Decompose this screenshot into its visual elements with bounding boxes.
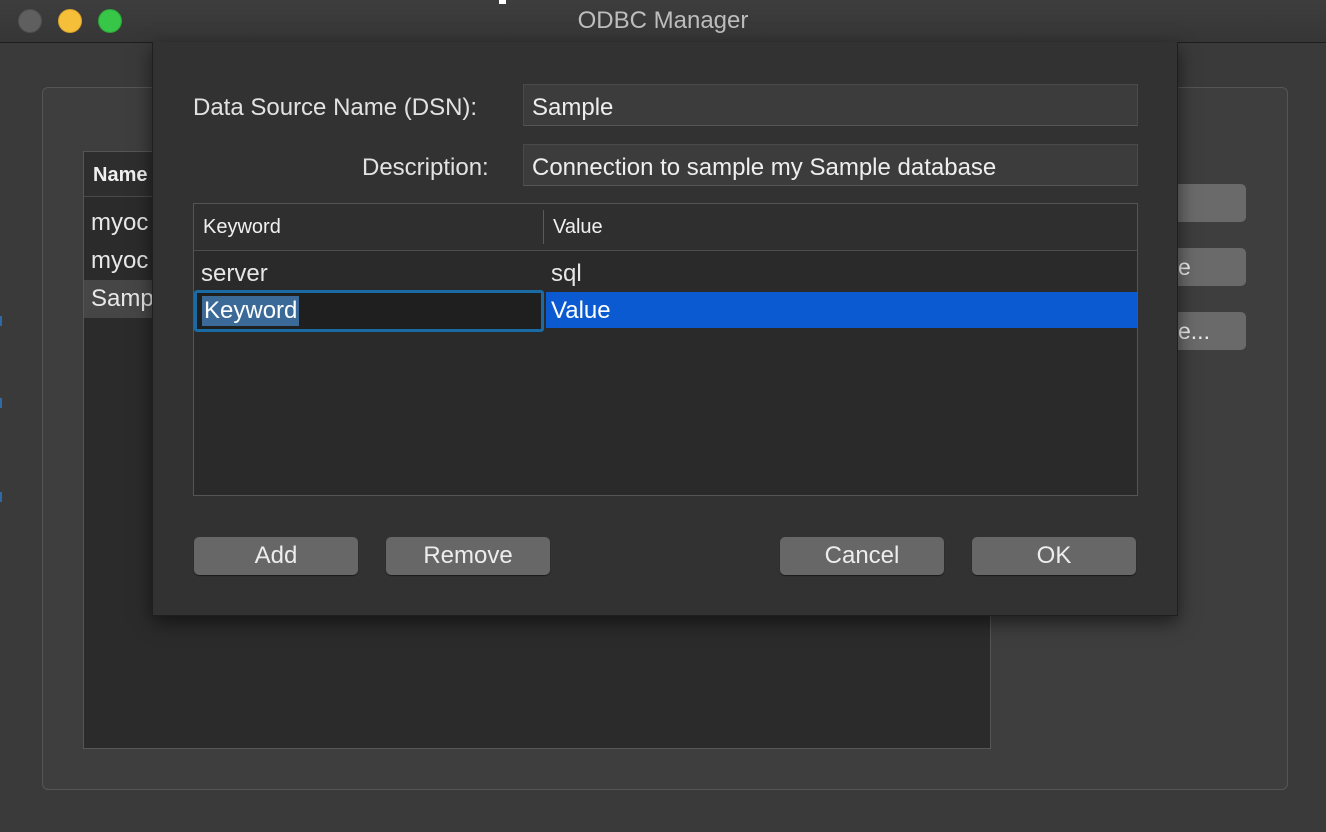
dsn-list-row-label: Samp [91, 285, 154, 312]
description-input[interactable]: Connection to sample my Sample database [523, 144, 1138, 186]
edge-artifact [0, 492, 2, 502]
keyword-cell[interactable]: server [201, 260, 268, 288]
add-button[interactable]: Add [194, 537, 358, 575]
ok-button[interactable]: OK [972, 537, 1136, 575]
window-title: ODBC Manager [577, 7, 749, 34]
side-button-3-label: e... [1178, 318, 1210, 344]
edge-artifact [0, 398, 2, 408]
dsn-list-row-label: myoc [91, 247, 149, 274]
description-label: Description: [362, 154, 489, 181]
cancel-button[interactable]: Cancel [780, 537, 944, 575]
side-button-2-label: e [1178, 254, 1191, 280]
dsn-list-row-label: myoc [91, 209, 149, 236]
title-bar: ODBC Manager [0, 0, 1326, 43]
table-row[interactable]: server sql [194, 254, 1137, 292]
remove-button[interactable]: Remove [386, 537, 550, 575]
column-header-value[interactable]: Value [553, 216, 603, 239]
dsn-label: Data Source Name (DSN): [193, 94, 478, 121]
table-header: Keyword Value [194, 204, 1137, 251]
dsn-config-sheet: Data Source Name (DSN): Sample Descripti… [152, 42, 1178, 616]
table-row-selected[interactable]: Keyword Value [194, 290, 1137, 332]
cursor-artifact [499, 0, 506, 4]
keyword-edit-field[interactable]: Keyword [194, 290, 544, 332]
keyword-edit-text[interactable]: Keyword [202, 296, 300, 326]
side-button-3[interactable]: e... [1170, 312, 1246, 350]
side-button-1[interactable] [1170, 184, 1246, 222]
column-divider[interactable] [543, 210, 544, 244]
selection-highlight [546, 292, 1137, 328]
column-header-keyword[interactable]: Keyword [203, 216, 281, 239]
value-cell[interactable]: Value [551, 297, 611, 325]
value-cell[interactable]: sql [551, 260, 582, 288]
side-button-2[interactable]: e [1170, 248, 1246, 286]
dsn-list-header-name: Name [93, 164, 148, 186]
dsn-input[interactable]: Sample [523, 84, 1138, 126]
keyword-value-table[interactable]: Keyword Value server sql Keyword Value [193, 203, 1138, 496]
edge-artifact [0, 316, 2, 326]
